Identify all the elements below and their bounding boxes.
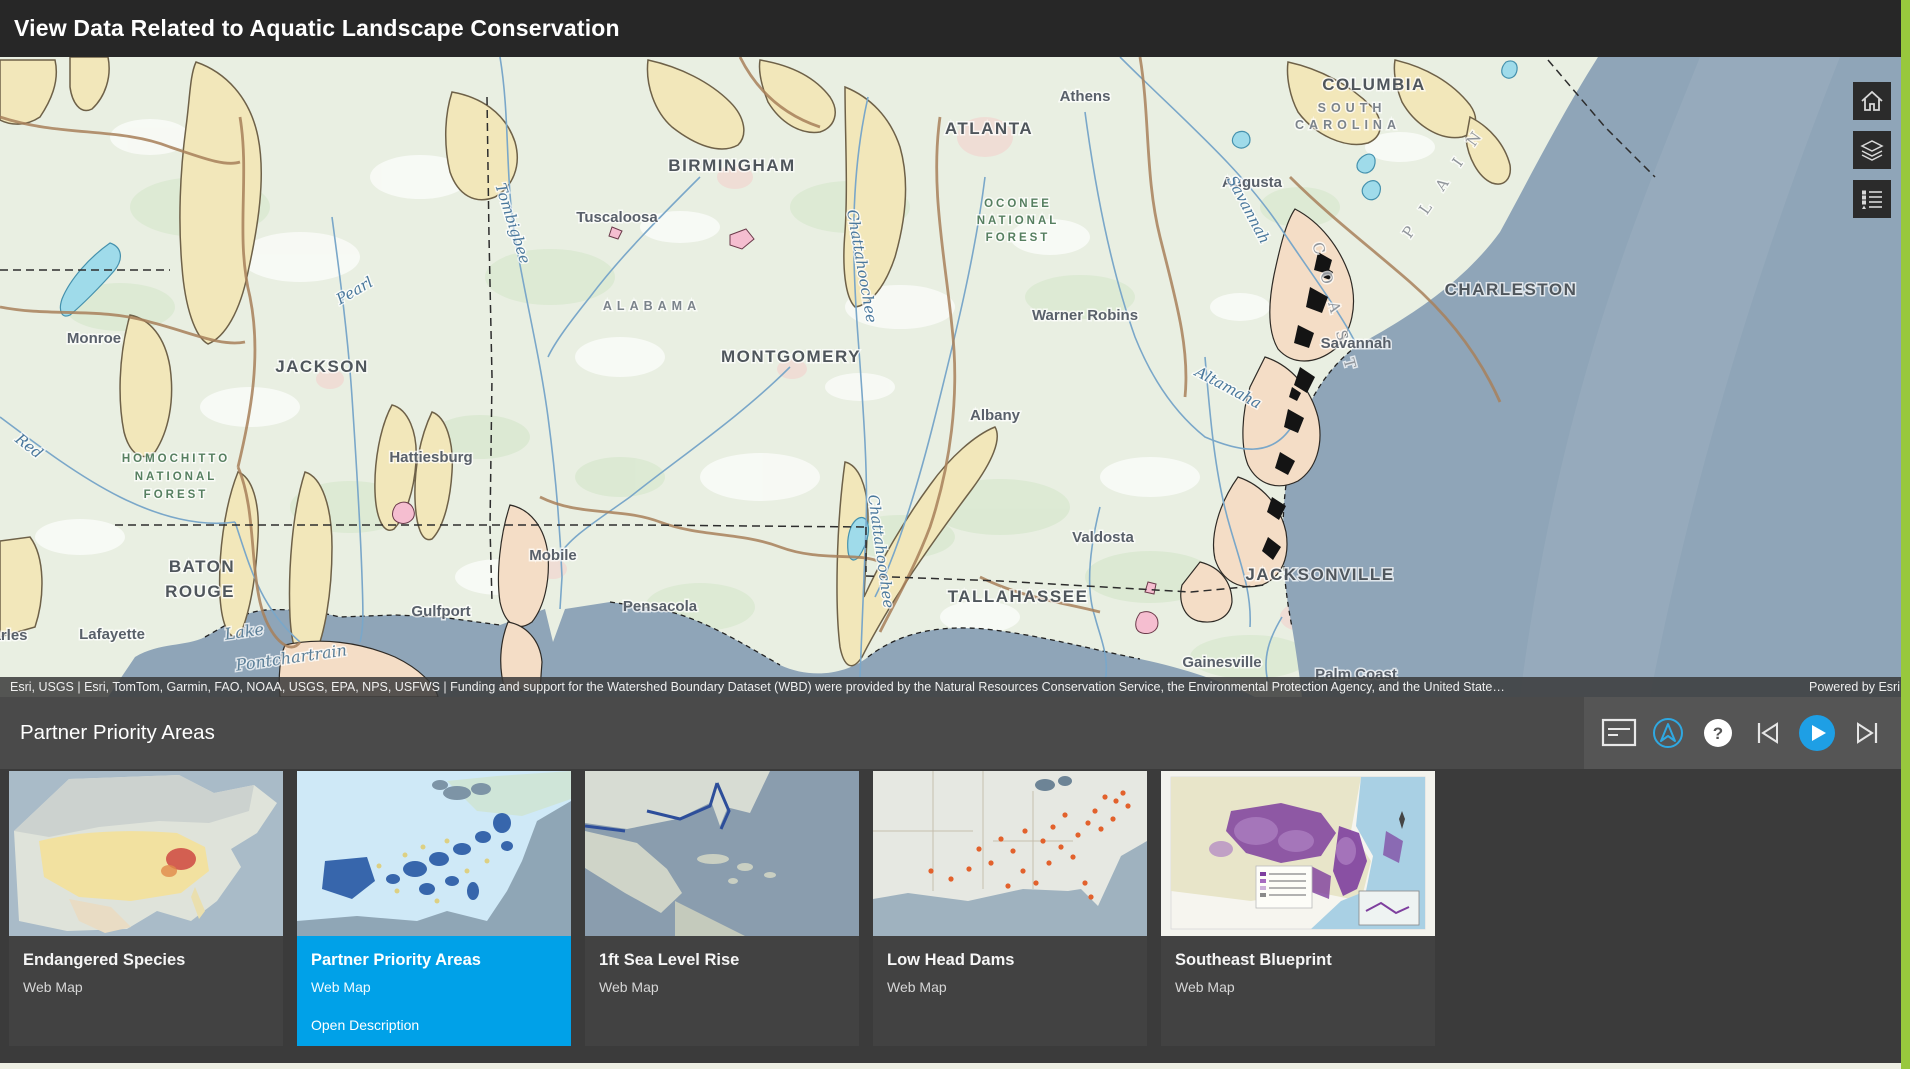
card-thumbnail bbox=[585, 771, 859, 936]
card-subtitle: Web Map bbox=[23, 979, 269, 995]
card-title: Low Head Dams bbox=[887, 951, 1133, 970]
help-button[interactable]: ? bbox=[1697, 712, 1739, 754]
card-subtitle: Web Map bbox=[887, 979, 1133, 995]
map-label: SOUTH bbox=[1318, 101, 1387, 115]
map-label: HOMOCHITTO bbox=[122, 453, 230, 465]
map-label: Lafayette bbox=[79, 626, 145, 643]
map-label: Mobile bbox=[529, 547, 577, 564]
card-partner-priority-areas[interactable]: Partner Priority Areas Web Map Open Desc… bbox=[297, 771, 571, 1046]
map-label: BATON bbox=[169, 557, 235, 576]
basemap-svg: Athens ATLANTA COLUMBIA SOUTH CAROLINA BIRMIN… bbox=[0, 57, 1910, 697]
map-label: Gainesville bbox=[1182, 654, 1261, 671]
card-thumbnail bbox=[9, 771, 283, 936]
skip-next-icon bbox=[1853, 721, 1881, 745]
map-label: ALABAMA bbox=[603, 299, 701, 313]
map-attribution: Esri, USGS | Esri, TomTom, Garmin, FAO, … bbox=[0, 677, 1910, 697]
map-label: CAROLINA bbox=[1295, 118, 1401, 132]
map-label: Valdosta bbox=[1072, 529, 1134, 546]
layers-button[interactable] bbox=[1853, 131, 1891, 169]
card-title: 1ft Sea Level Rise bbox=[599, 951, 845, 970]
legend-button[interactable] bbox=[1853, 180, 1891, 218]
map-label: ROUGE bbox=[165, 582, 235, 601]
map-controls bbox=[1853, 82, 1891, 218]
play-button[interactable] bbox=[1796, 712, 1838, 754]
powered-by-esri: Powered by Esri bbox=[1809, 680, 1900, 694]
map-label: JACKSON bbox=[275, 357, 369, 376]
toolbar-actions: ? bbox=[1584, 697, 1902, 769]
map-label: Monroe bbox=[67, 330, 121, 347]
description-panel-icon bbox=[1601, 718, 1637, 748]
next-button[interactable] bbox=[1846, 712, 1888, 754]
right-edge-strip bbox=[1901, 0, 1910, 1069]
locate-icon bbox=[1651, 716, 1685, 750]
card-meta: Partner Priority Areas Web Map bbox=[297, 936, 571, 995]
page-title: View Data Related to Aquatic Landscape C… bbox=[0, 15, 620, 42]
map-label: Athens bbox=[1060, 88, 1111, 105]
map-label: OCONEE bbox=[984, 198, 1052, 210]
card-low-head-dams[interactable]: Low Head Dams Web Map bbox=[873, 771, 1147, 1046]
card-thumbnail bbox=[873, 771, 1147, 936]
map-label: Tuscaloosa bbox=[576, 209, 658, 226]
map-label: CHARLESTON bbox=[1445, 280, 1578, 299]
legend-icon bbox=[1859, 186, 1885, 212]
previous-button[interactable] bbox=[1747, 712, 1789, 754]
card-meta: 1ft Sea Level Rise Web Map bbox=[585, 936, 859, 995]
section-title: Partner Priority Areas bbox=[20, 721, 215, 745]
card-title: Endangered Species bbox=[23, 951, 269, 970]
map-label: BIRMINGHAM bbox=[668, 156, 795, 175]
map-label: ATLANTA bbox=[945, 119, 1033, 138]
map-label: Hattiesburg bbox=[389, 449, 472, 466]
card-subtitle: Web Map bbox=[599, 979, 845, 995]
map-label: JACKSONVILLE bbox=[1245, 565, 1394, 584]
locate-button[interactable] bbox=[1647, 712, 1689, 754]
card-subtitle: Web Map bbox=[1175, 979, 1421, 995]
help-icon: ? bbox=[1701, 716, 1735, 750]
map-label: NATIONAL bbox=[135, 471, 218, 483]
card-subtitle: Web Map bbox=[311, 979, 557, 995]
card-meta: Low Head Dams Web Map bbox=[873, 936, 1147, 995]
attribution-text: Esri, USGS | Esri, TomTom, Garmin, FAO, … bbox=[10, 680, 1505, 694]
map-label: Albany bbox=[970, 407, 1021, 424]
map-label: Pensacola bbox=[623, 598, 698, 615]
description-panel-button[interactable] bbox=[1598, 712, 1640, 754]
card-thumbnail bbox=[1161, 771, 1435, 936]
card-endangered-species[interactable]: Endangered Species Web Map bbox=[9, 771, 283, 1046]
map-label: TALLAHASSEE bbox=[948, 587, 1089, 606]
card-meta: Endangered Species Web Map bbox=[9, 936, 283, 995]
play-icon bbox=[1797, 713, 1837, 753]
layers-icon bbox=[1859, 137, 1885, 163]
map-label: Warner Robins bbox=[1032, 307, 1138, 324]
section-toolbar: Partner Priority Areas ? bbox=[0, 697, 1910, 769]
card-1ft-sea-level-rise[interactable]: 1ft Sea Level Rise Web Map bbox=[585, 771, 859, 1046]
app-header: View Data Related to Aquatic Landscape C… bbox=[0, 0, 1910, 57]
map-label: arles bbox=[0, 627, 28, 644]
card-title: Partner Priority Areas bbox=[311, 951, 557, 970]
map-label: FOREST bbox=[986, 232, 1051, 244]
home-icon bbox=[1859, 88, 1885, 114]
card-southeast-blueprint[interactable]: Southeast Blueprint Web Map bbox=[1161, 771, 1435, 1046]
card-thumbnail bbox=[297, 771, 571, 936]
webmap-card-list: Endangered Species Web Map bbox=[0, 769, 1910, 1063]
map-canvas[interactable]: Athens ATLANTA COLUMBIA SOUTH CAROLINA BIRMIN… bbox=[0, 57, 1910, 697]
map-label: COLUMBIA bbox=[1322, 75, 1426, 94]
card-meta: Southeast Blueprint Web Map bbox=[1161, 936, 1435, 995]
bottom-edge-strip bbox=[0, 1063, 1910, 1069]
svg-text:?: ? bbox=[1713, 724, 1723, 743]
map-label: NATIONAL bbox=[977, 215, 1060, 227]
map-label: FOREST bbox=[144, 489, 209, 501]
card-title: Southeast Blueprint bbox=[1175, 951, 1421, 970]
map-label: MONTGOMERY bbox=[721, 347, 861, 366]
map-label: Gulfport bbox=[411, 603, 470, 620]
skip-previous-icon bbox=[1754, 721, 1782, 745]
home-button[interactable] bbox=[1853, 82, 1891, 120]
open-description-link[interactable]: Open Description bbox=[311, 1017, 419, 1033]
